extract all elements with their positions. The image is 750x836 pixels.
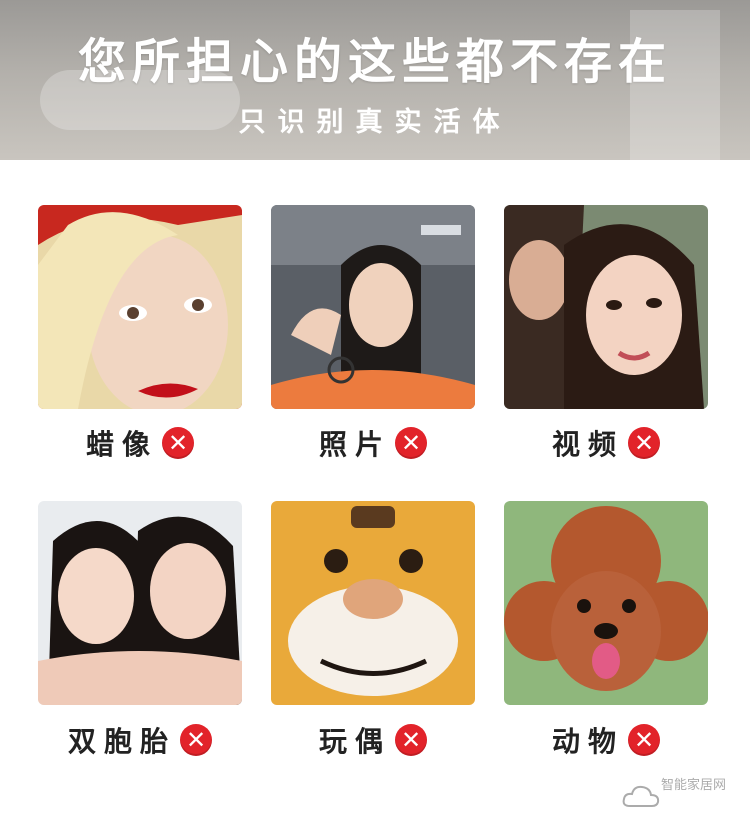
label-toy: 玩偶 ✕ <box>271 720 475 760</box>
x-icon: ✕ <box>162 427 194 459</box>
x-icon: ✕ <box>395 427 427 459</box>
toy-image <box>271 501 475 705</box>
x-icon: ✕ <box>628 427 660 459</box>
label-wax-figure: 蜡像 ✕ <box>38 423 242 463</box>
banner-subtitle: 只识别真实活体 <box>238 107 512 138</box>
label-text: 双胞胎 <box>67 725 176 758</box>
video-image <box>504 205 708 409</box>
label-text: 动物 <box>551 725 624 758</box>
label-twins: 双胞胎 ✕ <box>38 720 242 760</box>
x-icon: ✕ <box>395 724 427 756</box>
header-banner: 您所担心的这些都不存在 只识别真实活体 <box>0 0 750 160</box>
x-icon: ✕ <box>180 724 212 756</box>
twins-image <box>38 501 242 705</box>
label-text: 视频 <box>551 428 624 461</box>
label-animal: 动物 ✕ <box>504 720 708 760</box>
label-photo: 照片 ✕ <box>271 423 475 463</box>
label-text: 玩偶 <box>318 725 391 758</box>
animal-image <box>504 501 708 705</box>
x-icon: ✕ <box>628 724 660 756</box>
watermark-text: 智能家居网 <box>660 778 726 793</box>
label-text: 照片 <box>318 428 391 461</box>
label-text: 蜡像 <box>85 428 158 461</box>
wax-figure-image <box>38 205 242 409</box>
label-video: 视频 ✕ <box>504 423 708 463</box>
banner-title: 您所担心的这些都不存在 <box>77 34 672 90</box>
photo-image <box>271 205 475 409</box>
